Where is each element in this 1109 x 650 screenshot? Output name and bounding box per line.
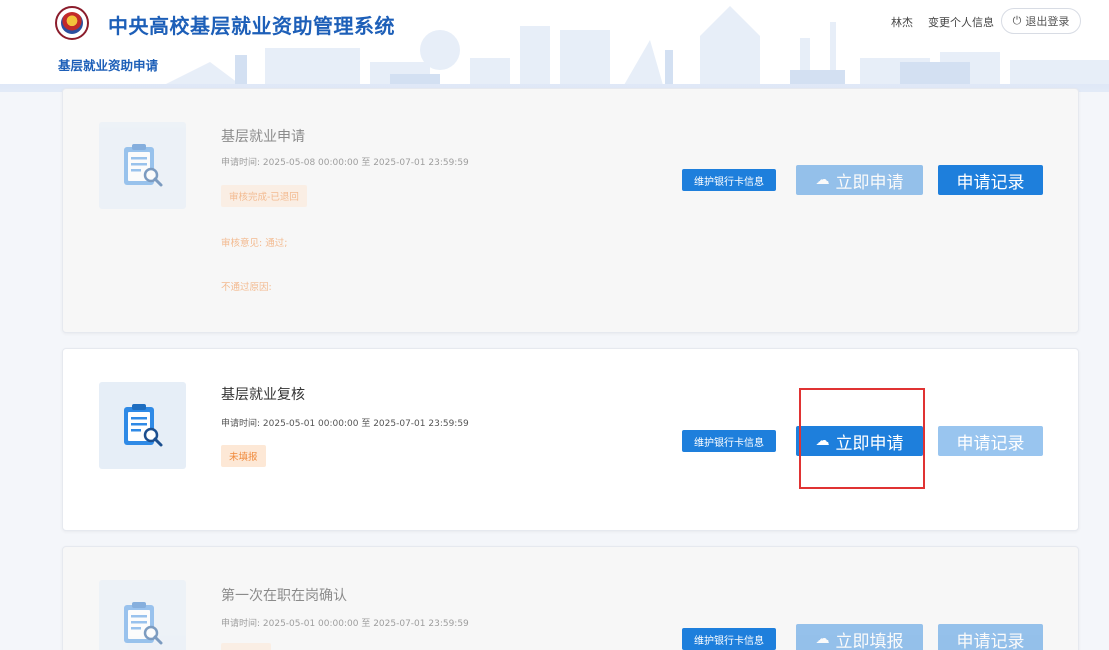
maintain-bank-card-button[interactable]: 维护银行卡信息 xyxy=(682,169,776,191)
clipboard-search-icon xyxy=(99,382,186,469)
system-title: 中央高校基层就业资助管理系统 xyxy=(108,14,395,38)
breadcrumb[interactable]: 基层就业资助申请 xyxy=(58,55,158,74)
edit-profile-link[interactable]: 变更个人信息 xyxy=(928,14,994,30)
status-badge: 未填报 xyxy=(221,445,266,467)
card-title: 基层就业复核 xyxy=(221,387,305,403)
apply-now-button[interactable]: ☁ 立即申请 xyxy=(796,165,923,195)
application-record-button[interactable]: 申请记录 xyxy=(938,426,1043,456)
maintain-bank-card-button[interactable]: 维护银行卡信息 xyxy=(682,430,776,452)
status-badge xyxy=(221,643,271,650)
reject-reason: 不通过原因: xyxy=(221,282,272,293)
header-banner: 中央高校基层就业资助管理系统 基层就业资助申请 林杰 变更个人信息 ⏻ 退出登录 xyxy=(0,0,1109,92)
power-icon: ⏻ xyxy=(1012,14,1022,27)
clipboard-search-icon xyxy=(99,122,186,209)
application-time: 申请时间: 2025-05-01 00:00:00 至 2025-07-01 2… xyxy=(221,619,469,629)
apply-now-label: 立即申请 xyxy=(835,172,904,193)
fill-now-button[interactable]: ☁ 立即填报 xyxy=(796,624,923,650)
application-time: 申请时间: 2025-05-08 00:00:00 至 2025-07-01 2… xyxy=(221,158,469,168)
application-card-employment: 基层就业申请 申请时间: 2025-05-08 00:00:00 至 2025-… xyxy=(62,88,1079,333)
fill-now-label: 立即填报 xyxy=(835,631,904,650)
cloud-upload-icon: ☁ xyxy=(815,172,830,188)
clipboard-search-icon xyxy=(99,580,186,650)
application-record-button[interactable]: 申请记录 xyxy=(938,165,1043,195)
user-name: 林杰 xyxy=(891,16,913,29)
application-record-button[interactable]: 申请记录 xyxy=(938,624,1043,650)
cloud-upload-icon: ☁ xyxy=(815,631,830,647)
application-card-review: 基层就业复核 申请时间: 2025-05-01 00:00:00 至 2025-… xyxy=(62,348,1079,531)
university-logo xyxy=(55,6,89,40)
apply-now-button[interactable]: ☁ 立即申请 xyxy=(796,426,923,456)
status-badge: 审核完成-已退回 xyxy=(221,185,307,207)
logout-label: 退出登录 xyxy=(1025,15,1070,28)
application-time: 申请时间: 2025-05-01 00:00:00 至 2025-07-01 2… xyxy=(221,419,469,429)
apply-now-label: 立即申请 xyxy=(835,433,904,454)
review-opinion: 审核意见: 通过; xyxy=(221,238,288,249)
card-title: 第一次在职在岗确认 xyxy=(221,588,347,604)
logout-button[interactable]: ⏻ 退出登录 xyxy=(1001,8,1081,34)
application-card-onduty: 第一次在职在岗确认 申请时间: 2025-05-01 00:00:00 至 20… xyxy=(62,546,1079,650)
maintain-bank-card-button[interactable]: 维护银行卡信息 xyxy=(682,628,776,650)
card-title: 基层就业申请 xyxy=(221,129,305,145)
cloud-upload-icon: ☁ xyxy=(815,433,830,449)
